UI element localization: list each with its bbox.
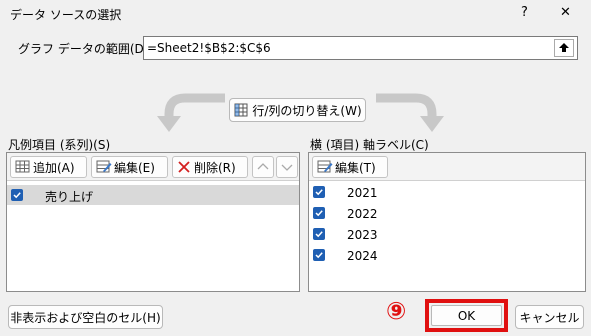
series-checkbox[interactable] <box>11 189 23 201</box>
collapse-dialog-button[interactable] <box>554 39 574 57</box>
cancel-button[interactable]: キャンセル <box>515 305 584 329</box>
series-label: 売り上げ <box>45 190 94 204</box>
list-item[interactable]: 2022 <box>309 204 585 225</box>
move-up-button[interactable] <box>252 156 274 178</box>
axis-section-label: 横 (項目) 軸ラベル(C) <box>310 138 429 152</box>
switch-row-column-icon <box>234 103 248 117</box>
switch-row-column-label: 行/列の切り替え(W) <box>252 103 362 118</box>
checkmark-icon <box>315 231 323 238</box>
axis-item-label: 2021 <box>347 186 378 200</box>
legend-list: 売り上げ <box>7 183 299 291</box>
legend-toolbar: 追加(A) 編集(E) 削除(R) <box>7 153 299 181</box>
list-item[interactable]: 2023 <box>309 225 585 246</box>
range-value: =Sheet2!$B$2:$C$6 <box>147 41 271 55</box>
legend-panel: 追加(A) 編集(E) 削除(R) 売り上げ <box>6 152 300 292</box>
list-item[interactable]: 売り上げ <box>7 185 299 205</box>
delete-series-button[interactable]: 削除(R) <box>172 156 248 178</box>
edit-series-label: 編集(E) <box>114 160 155 175</box>
axis-panel: 編集(T) 2021 2022 2023 2024 <box>308 152 586 292</box>
checkmark-icon <box>315 252 323 259</box>
add-series-icon <box>15 160 30 173</box>
switch-row-column-button[interactable]: 行/列の切り替え(W) <box>229 98 366 122</box>
legend-section-label: 凡例項目 (系列)(S) <box>8 138 111 152</box>
list-item[interactable]: 2024 <box>309 246 585 267</box>
hidden-empty-cells-label: 非表示および空白のセル(H) <box>10 310 161 325</box>
add-series-label: 追加(A) <box>33 160 75 175</box>
list-item[interactable]: 2021 <box>309 183 585 204</box>
checkmark-icon <box>13 192 21 199</box>
hidden-empty-cells-button[interactable]: 非表示および空白のセル(H) <box>8 305 163 329</box>
close-button[interactable]: ✕ <box>560 5 571 20</box>
axis-checkbox[interactable] <box>313 249 325 261</box>
edit-axis-button[interactable]: 編集(T) <box>312 156 388 178</box>
window-title: データ ソースの選択 <box>10 8 122 22</box>
delete-series-label: 削除(R) <box>194 160 236 175</box>
help-button[interactable]: ? <box>521 5 528 20</box>
axis-item-label: 2022 <box>347 207 378 221</box>
checkmark-icon <box>315 189 323 196</box>
axis-list: 2021 2022 2023 2024 <box>309 183 585 291</box>
range-label: グラフ データの範囲(D): <box>18 42 153 56</box>
range-input[interactable]: =Sheet2!$B$2:$C$6 <box>143 36 578 60</box>
axis-toolbar: 編集(T) <box>309 153 585 181</box>
edit-series-button[interactable]: 編集(E) <box>91 156 168 178</box>
axis-item-label: 2024 <box>347 249 378 263</box>
title-bar: データ ソースの選択 ? ✕ <box>0 0 591 28</box>
axis-checkbox[interactable] <box>313 207 325 219</box>
collapse-arrow-icon <box>559 43 569 52</box>
checkmark-icon <box>315 210 323 217</box>
step-marker: ⑨ <box>386 297 407 325</box>
edit-axis-label: 編集(T) <box>335 160 376 175</box>
chevron-down-icon <box>281 164 293 171</box>
ok-label: OK <box>457 308 476 323</box>
axis-item-label: 2023 <box>347 228 378 242</box>
edit-series-icon <box>96 160 112 173</box>
axis-checkbox[interactable] <box>313 228 325 240</box>
add-series-button[interactable]: 追加(A) <box>10 156 87 178</box>
move-down-button[interactable] <box>276 156 298 178</box>
delete-icon <box>178 161 190 173</box>
switch-arrow-left-icon <box>157 93 225 132</box>
axis-checkbox[interactable] <box>313 186 325 198</box>
switch-arrow-right-icon <box>376 93 444 132</box>
edit-axis-icon <box>317 160 333 173</box>
cancel-label: キャンセル <box>519 310 580 325</box>
chevron-up-icon <box>257 163 269 170</box>
ok-button[interactable]: OK <box>431 305 502 326</box>
